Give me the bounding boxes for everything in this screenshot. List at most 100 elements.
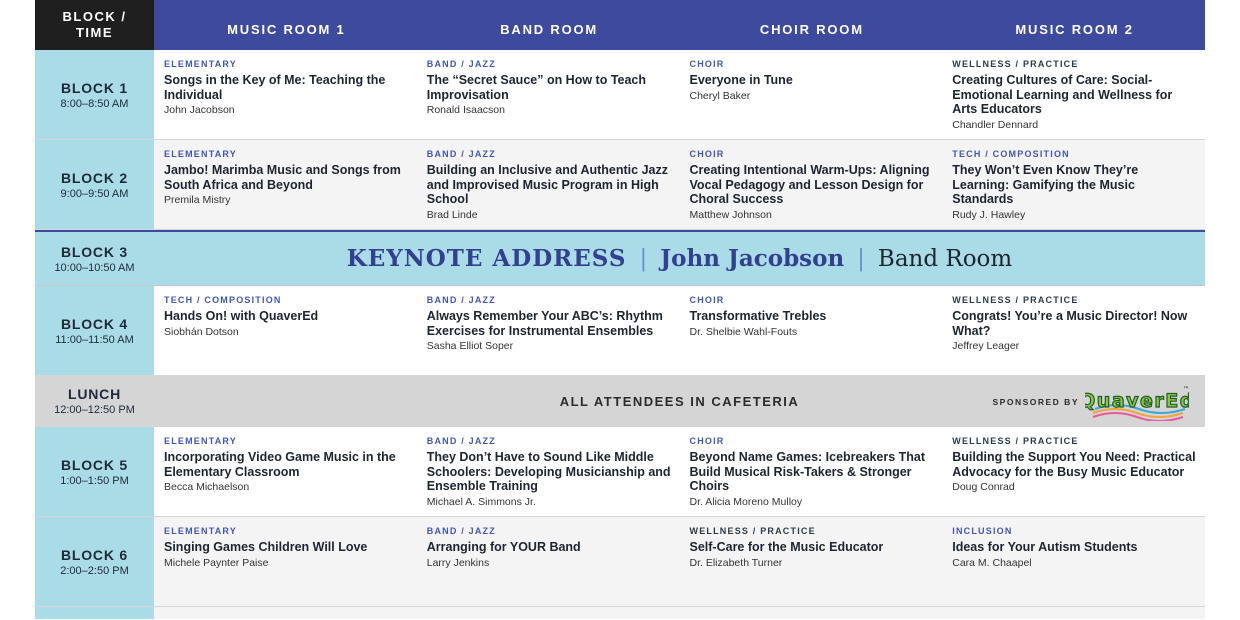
- keynote-separator: |: [639, 245, 648, 272]
- session-cell[interactable]: TECH / COMPOSITION They Won’t Even Know …: [942, 140, 1205, 229]
- block-name: BLOCK 4: [60, 315, 129, 332]
- session-category: WELLNESS / PRACTICE: [952, 59, 1079, 69]
- block-time-cell: BLOCK 5 1:00–1:50 PM: [35, 427, 154, 516]
- session-title: Building the Support You Need: Practical…: [952, 450, 1196, 479]
- keynote-banner[interactable]: KEYNOTE ADDRESS | John Jacobson | Band R…: [154, 232, 1205, 285]
- logo-wordmark: QuaverEd: [1085, 390, 1189, 412]
- lunch-text: ALL ATTENDEES IN CAFETERIA: [559, 393, 800, 409]
- room-header-music-room-2: MUSIC ROOM 2: [942, 0, 1205, 50]
- header-row: BLOCK / TIME MUSIC ROOM 1 BAND ROOM CHOI…: [35, 0, 1205, 50]
- session-cell[interactable]: BAND / JAZZ They Don’t Have to Sound Lik…: [416, 427, 680, 516]
- block-name: BLOCK 3: [60, 243, 129, 260]
- session-category: CHOIR: [689, 59, 725, 69]
- block-time: 8:00–8:50 AM: [60, 97, 129, 110]
- keynote-label: KEYNOTE ADDRESS: [346, 245, 627, 272]
- session-category: ELEMENTARY: [164, 436, 238, 446]
- session-cell[interactable]: WELLNESS / PRACTICE Creating Cultures of…: [942, 50, 1205, 139]
- block-time-cell: BLOCK 3 10:00–10:50 AM: [35, 232, 154, 285]
- session-speaker: Jeffrey Leager: [952, 340, 1020, 352]
- block-time-cell: BLOCK 4 11:00–11:50 AM: [35, 286, 154, 375]
- lunch-label: LUNCH: [68, 386, 121, 402]
- session-title: They Won’t Even Know They’re Learning: G…: [952, 163, 1139, 206]
- sponsored-by-label: SPONSORED BY: [992, 397, 1079, 407]
- session-speaker: Dr. Shelbie Wahl-Fouts: [689, 325, 798, 338]
- session-cell[interactable]: CHOIR Everyone in Tune Cheryl Baker: [679, 50, 943, 139]
- session-title: Incorporating Video Game Music in the El…: [164, 450, 396, 479]
- session-cell[interactable]: CHOIR Creating Intentional Warm-Ups: Ali…: [679, 140, 943, 229]
- session-speaker: Siobhán Dotson: [164, 325, 239, 338]
- session-cell[interactable]: BAND / JAZZ Always Remember Your ABC’s: …: [416, 286, 680, 375]
- session-category: WELLNESS / PRACTICE: [689, 526, 816, 536]
- session-speaker: Rudy J. Hawley: [952, 208, 1026, 221]
- block-time: 1:00–1:50 PM: [60, 474, 129, 487]
- block-name: BLOCK 6: [60, 546, 129, 563]
- block-name: BLOCK 5: [60, 456, 129, 473]
- session-cell[interactable]: ELEMENTARY Incorporating Video Game Musi…: [154, 427, 417, 516]
- session-cell[interactable]: ELEMENTARY Songs in the Key of Me: Teach…: [154, 50, 417, 139]
- keynote-speaker: John Jacobson: [660, 245, 845, 272]
- session-cell[interactable]: CHOIR Transformative Trebles Dr. Shelbie…: [679, 286, 943, 375]
- session-category: WELLNESS / PRACTICE: [952, 295, 1079, 305]
- block-name: BLOCK 1: [60, 79, 129, 96]
- block-row-6: BLOCK 6 2:00–2:50 PM ELEMENTARY Singing …: [35, 517, 1205, 607]
- session-category: BAND / JAZZ: [426, 59, 496, 69]
- logo-trademark: ™: [1183, 386, 1189, 393]
- session-speaker: Larry Jenkins: [426, 556, 490, 569]
- session-title: Everyone in Tune: [689, 73, 793, 87]
- session-speaker: Dr. Elizabeth Turner: [689, 556, 783, 569]
- session-cell[interactable]: TECH / COMPOSITION Hands On! with Quaver…: [154, 286, 417, 375]
- session-speaker: Sasha Elliot Soper: [426, 340, 514, 352]
- session-title: Ideas for Your Autism Students: [952, 540, 1138, 554]
- session-cell[interactable]: ELEMENTARY Singing Games Children Will L…: [154, 517, 417, 606]
- block-time-cell: BLOCK 1 8:00–8:50 AM: [35, 50, 154, 139]
- block-time-cell: BLOCK 2 9:00–9:50 AM: [35, 140, 154, 229]
- block-time: 11:00–11:50 AM: [55, 333, 134, 346]
- session-cell[interactable]: WELLNESS / PRACTICE Congrats! You’re a M…: [942, 286, 1205, 375]
- block-time-label-line2: TIME: [75, 25, 114, 40]
- schedule-grid: BLOCK / TIME MUSIC ROOM 1 BAND ROOM CHOI…: [35, 0, 1205, 619]
- session-title: Beyond Name Games: Icebreakers That Buil…: [689, 450, 926, 493]
- block-row-5: BLOCK 5 1:00–1:50 PM ELEMENTARY Incorpor…: [35, 427, 1205, 517]
- session-cell[interactable]: BAND / JAZZ Arranging for YOUR Band Larr…: [416, 517, 680, 606]
- session-speaker: Dr. Alicia Moreno Mulloy: [689, 495, 803, 508]
- block-time-cell: LUNCH 12:00–12:50 PM: [35, 376, 154, 426]
- sponsor-block[interactable]: SPONSORED BY QuaverEd ™: [992, 383, 1189, 421]
- lunch-time: 12:00–12:50 PM: [54, 404, 135, 416]
- session-category: ELEMENTARY: [164, 59, 238, 69]
- block-time-header: BLOCK / TIME: [35, 0, 154, 50]
- session-title: They Don’t Have to Sound Like Middle Sch…: [426, 450, 671, 493]
- room-header-choir-room: CHOIR ROOM: [679, 0, 943, 50]
- session-cell[interactable]: ELEMENTARY Jambo! Marimba Music and Song…: [154, 140, 417, 229]
- block-row-4: BLOCK 4 11:00–11:50 AM TECH / COMPOSITIO…: [35, 286, 1205, 376]
- session-category: TECH / COMPOSITION: [164, 295, 282, 305]
- block-row-1: BLOCK 1 8:00–8:50 AM ELEMENTARY Songs in…: [35, 50, 1205, 140]
- session-category: BAND / JAZZ: [426, 295, 496, 305]
- block-time: 9:00–9:50 AM: [60, 187, 129, 200]
- session-title: Singing Games Children Will Love: [164, 540, 368, 554]
- session-cell[interactable]: BAND / JAZZ The “Secret Sauce” on How to…: [416, 50, 680, 139]
- keynote-row: BLOCK 3 10:00–10:50 AM KEYNOTE ADDRESS |…: [35, 230, 1205, 286]
- block-name: BLOCK 2: [60, 169, 129, 186]
- session-speaker: John Jacobson: [164, 104, 235, 116]
- block-time-label-line1: BLOCK /: [62, 9, 127, 24]
- session-cell[interactable]: CHOIR Beyond Name Games: Icebreakers Tha…: [679, 427, 943, 516]
- session-title: Congrats! You’re a Music Director! Now W…: [952, 309, 1188, 338]
- session-category: ELEMENTARY: [164, 526, 238, 536]
- lunch-row: LUNCH 12:00–12:50 PM ALL ATTENDEES IN CA…: [35, 376, 1205, 427]
- session-title: Jambo! Marimba Music and Songs from Sout…: [164, 163, 401, 192]
- quavered-logo[interactable]: QuaverEd ™: [1085, 383, 1189, 421]
- session-speaker: Cara M. Chaapel: [952, 556, 1032, 569]
- session-cell[interactable]: INCLUSION Ideas for Your Autism Students…: [942, 517, 1205, 606]
- block-time-cell: BLOCK 6 2:00–2:50 PM: [35, 517, 154, 606]
- session-speaker: Chandler Dennard: [952, 118, 1039, 131]
- session-speaker: Becca Michaelson: [164, 481, 250, 493]
- session-category: BAND / JAZZ: [426, 436, 496, 446]
- block-time: 10:00–10:50 AM: [54, 261, 135, 274]
- session-title: Arranging for YOUR Band: [426, 540, 581, 554]
- session-cell[interactable]: WELLNESS / PRACTICE Self-Care for the Mu…: [679, 517, 943, 606]
- session-cell[interactable]: WELLNESS / PRACTICE Building the Support…: [942, 427, 1205, 516]
- block-time: 2:00–2:50 PM: [60, 564, 129, 577]
- session-cell[interactable]: BAND / JAZZ Building an Inclusive and Au…: [416, 140, 680, 229]
- block-row-2: BLOCK 2 9:00–9:50 AM ELEMENTARY Jambo! M…: [35, 140, 1205, 230]
- session-category: TECH / COMPOSITION: [952, 149, 1070, 159]
